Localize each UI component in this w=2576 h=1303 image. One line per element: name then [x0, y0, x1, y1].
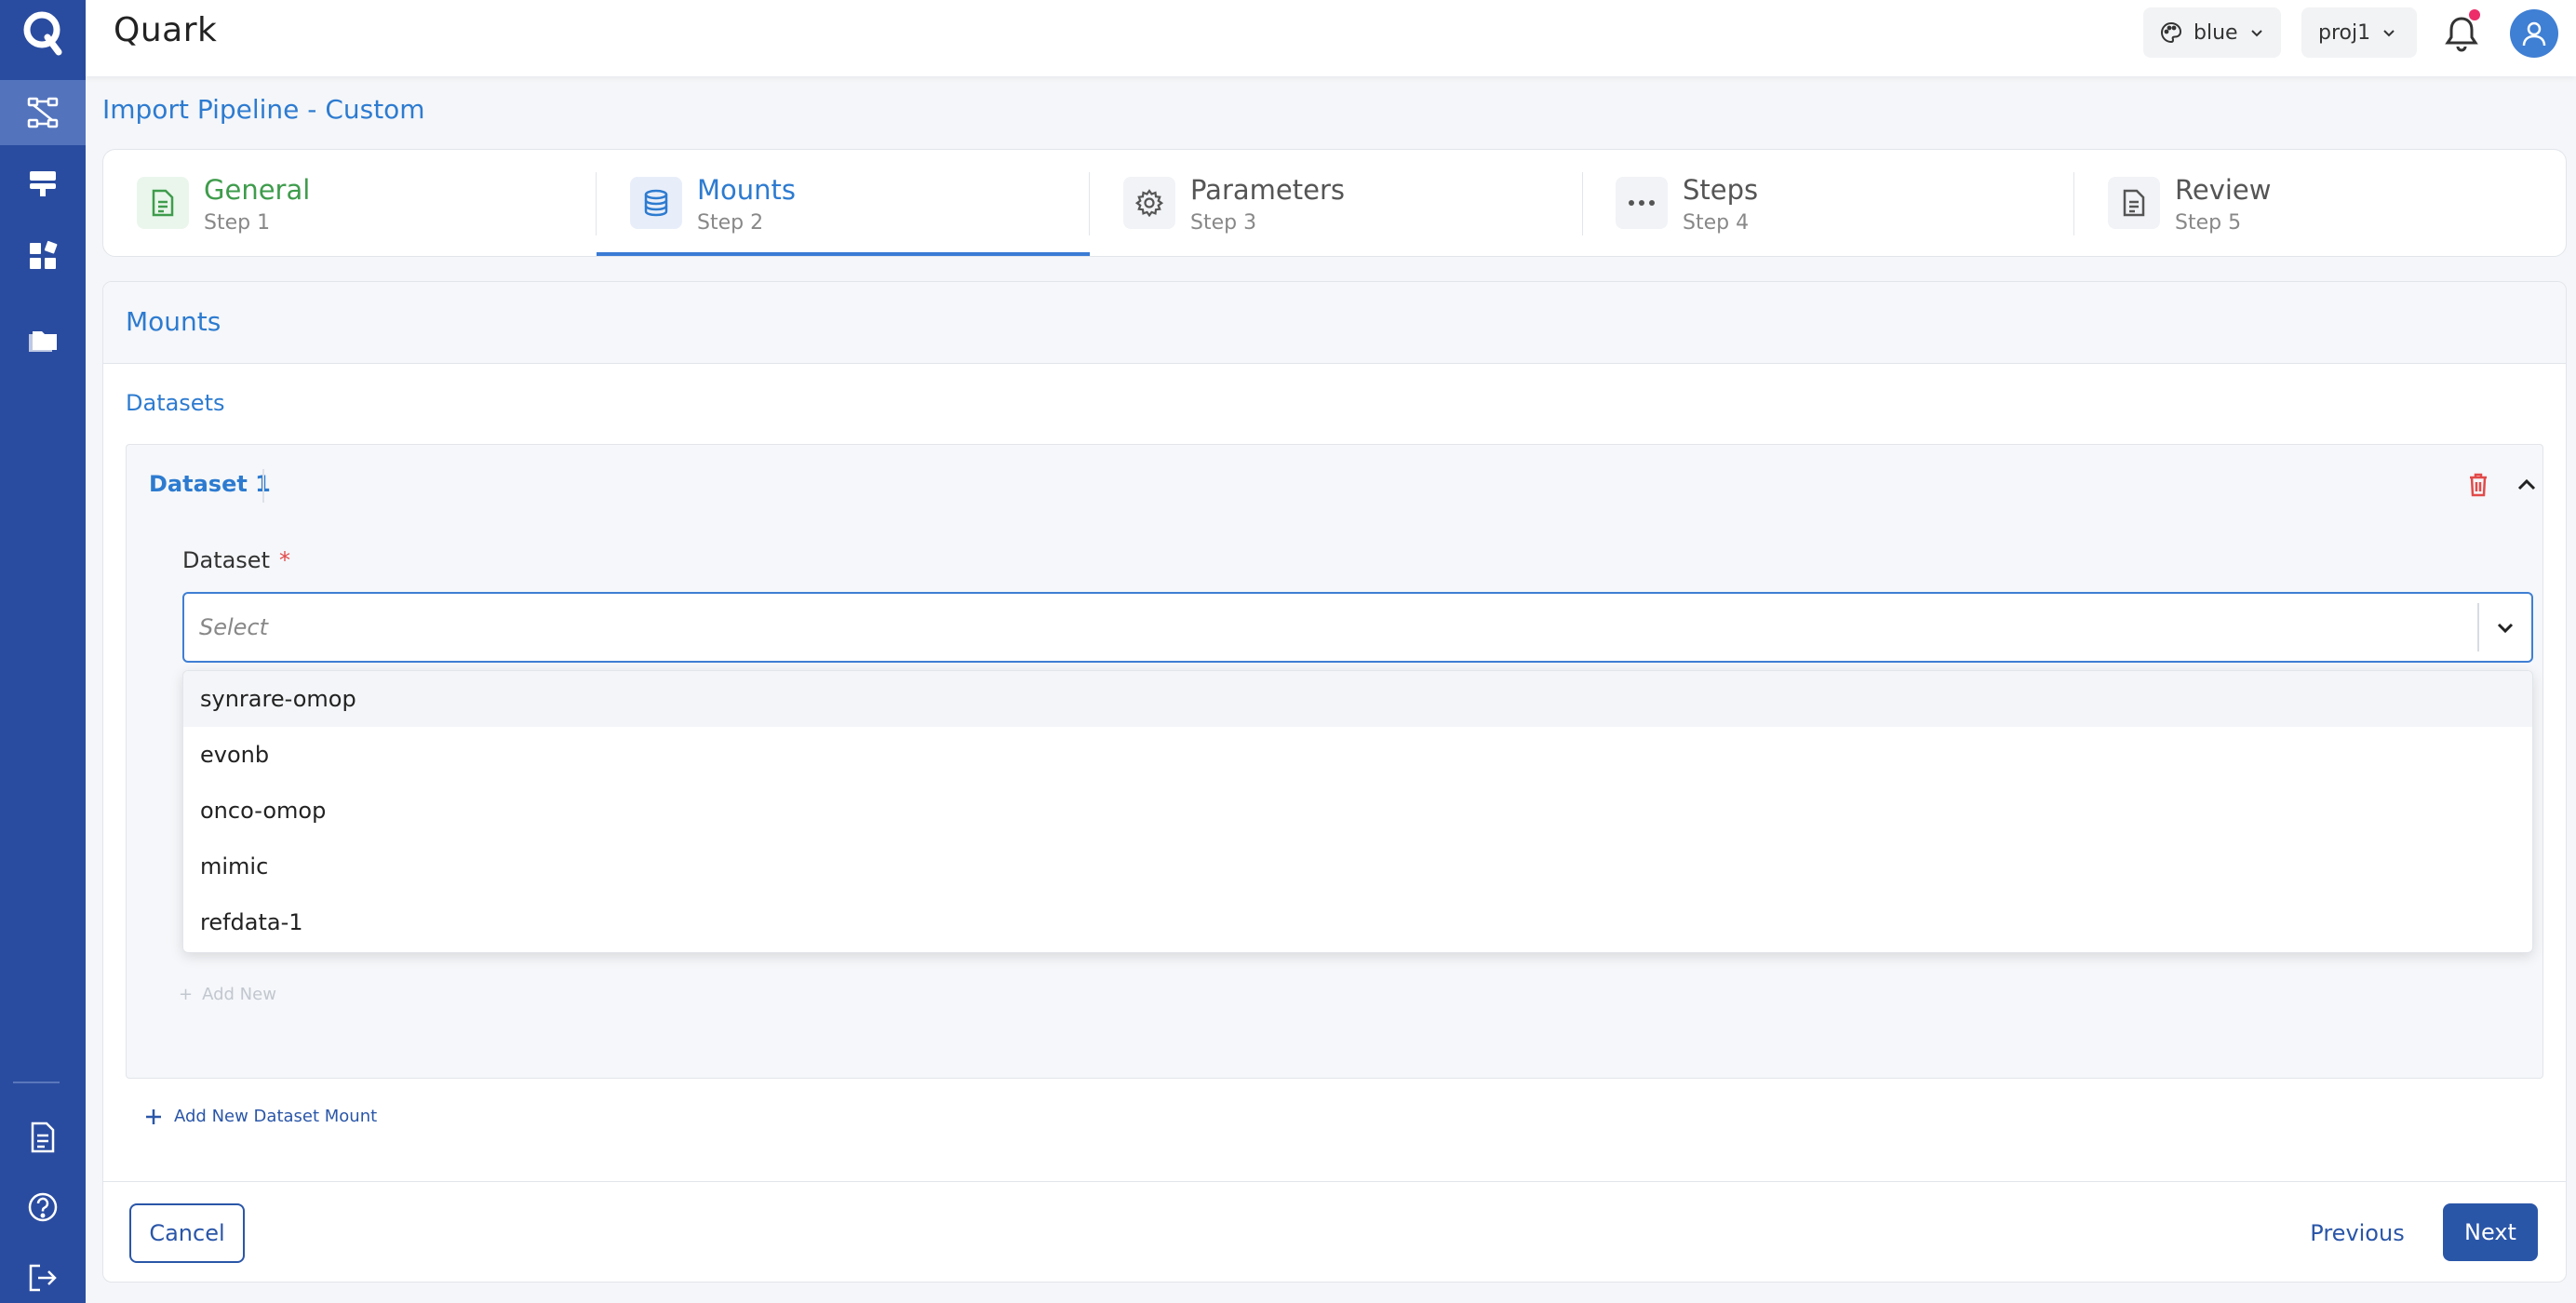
dataset-title: Dataset 1 [149, 471, 271, 497]
step-title: Parameters [1190, 174, 1345, 206]
sidebar-item-docs[interactable] [0, 1105, 86, 1170]
folders-icon [29, 331, 57, 352]
step-title: General [204, 174, 311, 206]
plus-icon: + [179, 985, 194, 1004]
footer-divider [103, 1181, 2566, 1182]
add-new-button[interactable]: + Add New [179, 985, 276, 1004]
apps-icon [30, 240, 58, 269]
help-icon [28, 1192, 58, 1222]
dataset-field-label-text: Dataset [182, 547, 270, 573]
sidebar-item-apps[interactable] [0, 223, 86, 289]
dropdown-toggle[interactable] [2479, 594, 2531, 661]
step-subtitle: Step 3 [1190, 211, 1257, 235]
active-step-indicator [597, 252, 1090, 256]
document-icon [2108, 177, 2160, 229]
dataset-option[interactable]: onco-omop [183, 783, 2532, 839]
app-title: Quark [114, 11, 218, 49]
database-icon [630, 177, 682, 229]
step-steps[interactable]: Steps Step 4 [1582, 150, 2075, 256]
step-subtitle: Step 4 [1683, 211, 1750, 235]
trash-icon[interactable] [2462, 469, 2494, 501]
logout-icon [29, 1264, 57, 1292]
step-general[interactable]: General Step 1 [103, 150, 597, 256]
dataset-panel: Dataset 1 Dataset * Select synrare-omop e… [126, 444, 2543, 1079]
plus-icon [146, 1108, 161, 1124]
sidebar-item-logout[interactable] [0, 1245, 86, 1303]
step-title: Mounts [697, 174, 797, 206]
step-mounts[interactable]: Mounts Step 2 [597, 150, 1090, 256]
step-review[interactable]: Review Step 5 [2074, 150, 2566, 256]
dataset-field-label: Dataset * [182, 547, 290, 573]
card-header: Mounts [103, 282, 2566, 364]
sidebar [0, 0, 86, 1303]
ellipsis-icon [1616, 177, 1668, 229]
sidebar-item-pipelines[interactable] [0, 80, 86, 145]
step-subtitle: Step 2 [697, 211, 764, 235]
avatar[interactable] [2510, 9, 2558, 58]
stepper: General Step 1 Mounts Step 2 Parameters … [102, 149, 2567, 257]
add-new-label: Add New [202, 985, 276, 1004]
user-icon [2522, 21, 2546, 47]
server-icon [30, 171, 56, 196]
sidebar-item-servers[interactable] [0, 151, 86, 216]
step-subtitle: Step 1 [204, 211, 271, 235]
gear-icon [1123, 177, 1175, 229]
sidebar-item-help[interactable] [0, 1175, 86, 1240]
chevron-down-icon [2383, 30, 2395, 37]
cancel-button[interactable]: Cancel [129, 1203, 245, 1263]
theme-selector[interactable]: blue [2143, 7, 2281, 58]
dataset-option[interactable]: synrare-omop [183, 671, 2532, 727]
mounts-card: Mounts Datasets Dataset 1 Dataset * Selec… [102, 281, 2567, 1283]
chevron-down-icon [2250, 30, 2262, 37]
logo-icon[interactable] [0, 0, 86, 65]
title-divider [262, 469, 264, 503]
card-title: Mounts [126, 306, 221, 337]
pipeline-icon [27, 97, 59, 128]
step-subtitle: Step 5 [2175, 211, 2242, 235]
chevron-up-icon[interactable] [2511, 469, 2542, 501]
next-button[interactable]: Next [2443, 1203, 2538, 1261]
sidebar-item-files[interactable] [0, 309, 86, 374]
dataset-option[interactable]: refdata-1 [183, 894, 2532, 950]
dataset-select[interactable]: Select [182, 592, 2533, 663]
palette-icon [2161, 21, 2182, 44]
notification-dot [2469, 9, 2480, 20]
step-title: Review [2175, 174, 2272, 206]
dataset-select-placeholder: Select [199, 614, 269, 640]
add-dataset-mount-button[interactable]: Add New Dataset Mount [144, 1107, 377, 1126]
sidebar-divider [13, 1081, 60, 1083]
document-icon [137, 177, 189, 229]
step-parameters[interactable]: Parameters Step 3 [1090, 150, 1583, 256]
dataset-option[interactable]: mimic [183, 839, 2532, 894]
project-selector[interactable]: proj1 [2301, 7, 2417, 58]
step-title: Steps [1683, 174, 1759, 206]
chevron-down-icon [2497, 623, 2514, 634]
required-mark: * [278, 547, 290, 573]
section-label: Datasets [126, 390, 225, 416]
project-selector-label: proj1 [2318, 20, 2371, 45]
page-title: Import Pipeline - Custom [102, 94, 425, 125]
top-bar: Quark blue proj1 [86, 0, 2576, 76]
add-dataset-mount-label: Add New Dataset Mount [174, 1107, 378, 1126]
previous-button[interactable]: Previous [2301, 1203, 2413, 1263]
document-icon [31, 1122, 55, 1153]
theme-selector-label: blue [2194, 20, 2238, 45]
dataset-options-menu: synrare-omop evonb onco-omop mimic refda… [182, 670, 2533, 953]
dataset-option[interactable]: evonb [183, 727, 2532, 783]
